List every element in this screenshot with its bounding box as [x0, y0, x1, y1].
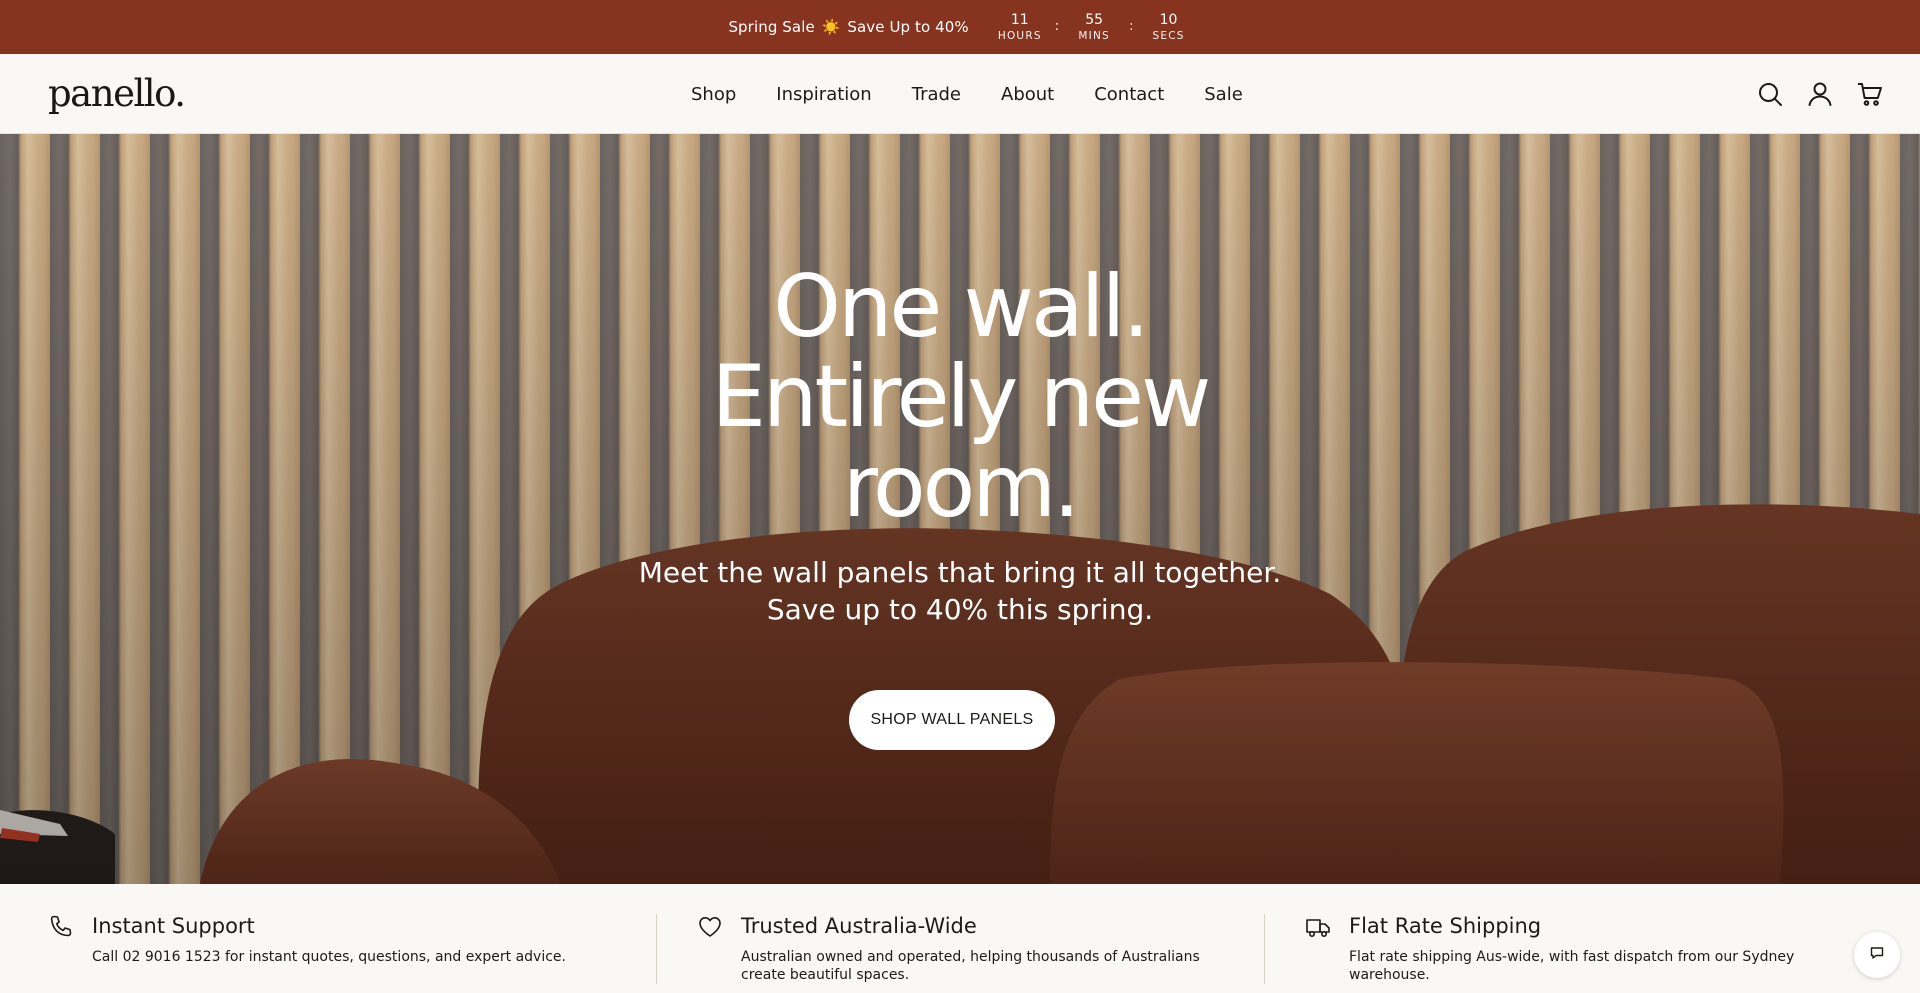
- hero-title-line: room.: [842, 437, 1081, 537]
- countdown-hours: 11 HOURS: [997, 12, 1043, 43]
- countdown-secs: 10 SECS: [1146, 12, 1192, 43]
- nav-about[interactable]: About: [1001, 84, 1054, 105]
- shop-wall-panels-button[interactable]: SHOP WALL PANELS: [849, 690, 1055, 750]
- truck-icon: [1305, 914, 1331, 940]
- feature-description: Australian owned and operated, helping t…: [741, 949, 1200, 983]
- feature-description: Flat rate shipping Aus-wide, with fast d…: [1349, 949, 1795, 983]
- countdown-mins-value: 55: [1085, 11, 1104, 28]
- divider: [656, 914, 657, 984]
- main-nav: Shop Inspiration Trade About Contact Sal…: [691, 54, 1243, 134]
- hero-subtitle: Meet the wall panels that bring it all t…: [0, 554, 1920, 628]
- phone-icon: [48, 914, 74, 940]
- hero-banner: One wall. Entirely new room. Meet the wa…: [0, 134, 1920, 884]
- countdown-separator: :: [1054, 18, 1060, 34]
- feature-description: Call 02 9016 1523 for instant quotes, qu…: [92, 949, 566, 965]
- feature-title: Instant Support: [92, 914, 255, 938]
- promo-offer: Save Up to 40%: [847, 18, 969, 36]
- nav-inspiration[interactable]: Inspiration: [776, 84, 871, 105]
- cart-icon[interactable]: [1856, 80, 1884, 108]
- countdown-secs-value: 10: [1159, 11, 1178, 28]
- feature-title: Trusted Australia-Wide: [741, 914, 977, 938]
- announcement-bar: Spring Sale ☀️ Save Up to 40% 11 HOURS :…: [0, 0, 1920, 54]
- nav-contact[interactable]: Contact: [1094, 84, 1164, 105]
- site-header: panello. Shop Inspiration Trade About Co…: [0, 54, 1920, 134]
- countdown-hours-label: HOURS: [997, 29, 1042, 42]
- hero-subtitle-line: Save up to 40% this spring.: [766, 593, 1154, 626]
- heart-icon: [697, 914, 723, 940]
- nav-sale[interactable]: Sale: [1204, 84, 1243, 105]
- divider: [1264, 914, 1265, 984]
- countdown-separator: :: [1129, 18, 1134, 34]
- chat-icon: [1869, 945, 1885, 965]
- header-actions: [1756, 80, 1884, 108]
- sun-icon: ☀️: [821, 18, 841, 36]
- hero-title-line: One wall.: [773, 257, 1150, 357]
- hero-subtitle-line: Meet the wall panels that bring it all t…: [638, 556, 1282, 589]
- chat-button[interactable]: [1854, 932, 1900, 978]
- nav-trade[interactable]: Trade: [912, 84, 961, 105]
- search-icon[interactable]: [1756, 80, 1784, 108]
- countdown-secs-label: SECS: [1152, 29, 1185, 42]
- countdown-mins: 55 MINS: [1071, 12, 1117, 43]
- countdown-timer: 11 HOURS : 55 MINS : 10 SECS: [997, 12, 1192, 43]
- feature-title: Flat Rate Shipping: [1349, 914, 1542, 938]
- promo-text: Spring Sale ☀️ Save Up to 40%: [728, 18, 968, 36]
- nav-shop[interactable]: Shop: [691, 84, 736, 105]
- hero-title-line: Entirely new: [711, 347, 1212, 447]
- countdown-mins-label: MINS: [1078, 29, 1110, 42]
- promo-label: Spring Sale: [728, 18, 815, 36]
- feature-strip: Instant Support Call 02 9016 1523 for in…: [0, 884, 1920, 993]
- account-icon[interactable]: [1806, 80, 1834, 108]
- hero-title: One wall. Entirely new room.: [0, 262, 1920, 532]
- logo[interactable]: panello.: [48, 72, 186, 115]
- countdown-hours-value: 11: [1010, 11, 1029, 28]
